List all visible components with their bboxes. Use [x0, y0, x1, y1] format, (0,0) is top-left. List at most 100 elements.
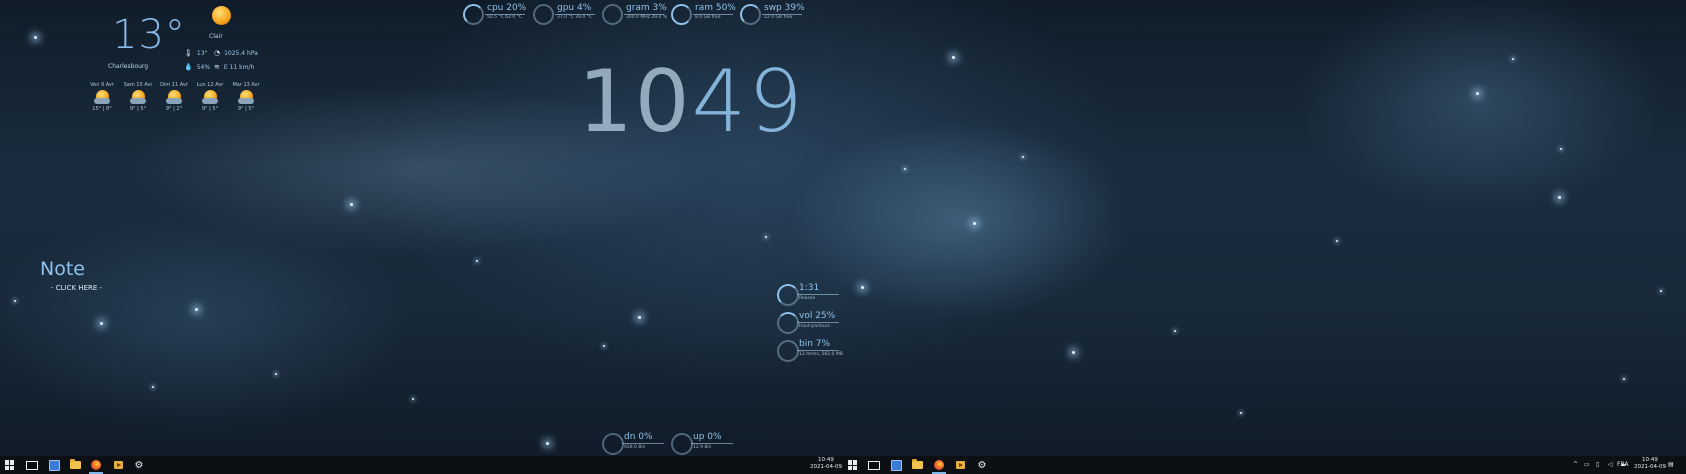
weather-condition: Clair — [209, 33, 223, 40]
pressure-value: 1025.4 hPa — [224, 50, 258, 57]
computer-button[interactable] — [44, 456, 64, 474]
taskbar-clock-left[interactable]: 10:49 2021-04-09 — [810, 457, 842, 471]
wind-icon: ≋ — [214, 63, 220, 71]
volume-ring — [777, 312, 799, 334]
file-explorer-icon — [911, 459, 923, 469]
weather-city: Charlesbourg — [108, 63, 149, 70]
task-view-button-2[interactable] — [864, 456, 884, 474]
gpu-ring — [533, 4, 554, 25]
forecast-day-label: Sam 10 Avr — [123, 82, 153, 88]
swap-divider — [762, 14, 802, 15]
recycle-bin-ring — [777, 340, 799, 362]
upload-label: up 0% — [693, 432, 722, 442]
cpu-detail: 50.5 °C 62.0 °C — [487, 15, 523, 20]
file-explorer-button[interactable] — [65, 456, 85, 474]
swap-label: swp 39% — [764, 3, 805, 13]
forecast-day-label: Dim 11 Avr — [160, 82, 188, 88]
taskbar-time: 10:49 — [818, 457, 834, 463]
firefox-button-2[interactable] — [929, 456, 949, 474]
swap-detail: 22.0 GB free — [764, 15, 793, 20]
notifications-icon[interactable]: ▤ — [1668, 461, 1674, 468]
taskbar: ⚙ 10:49 2021-04-09 ⚙ ^ ▭ ▯ ◁ ☁ FRA 10:49… — [0, 456, 1686, 474]
file-explorer-button-2[interactable] — [907, 456, 927, 474]
windows-logo-icon — [5, 460, 15, 470]
forecast-temps: 15° | 8° — [92, 106, 112, 112]
player-ring — [777, 284, 799, 306]
humidity-value: 54% — [196, 64, 211, 71]
task-view-icon — [26, 460, 38, 470]
gpu-label: gpu 4% — [557, 3, 592, 13]
cloud-icon — [166, 98, 182, 104]
upload-divider — [691, 443, 733, 444]
taskbar-clock-right[interactable]: 10:49 2021-04-09 — [1634, 457, 1666, 471]
tray-overflow-chevron-icon[interactable]: ^ — [1573, 461, 1578, 468]
wind-row: ≋ E 11 km/h — [214, 63, 254, 71]
forecast-temps: 9° | 5° — [201, 106, 219, 112]
gram-detail: 300.0 MHz 29.0 % — [626, 15, 668, 20]
start-button-2[interactable] — [843, 456, 863, 474]
clock-hours: 10 — [578, 52, 692, 152]
cloud-icon — [202, 98, 218, 104]
media-player-button[interactable] — [108, 456, 128, 474]
windows-logo-icon — [848, 460, 858, 470]
computer-button-2[interactable] — [886, 456, 906, 474]
desktop-clock: 1049 — [578, 52, 805, 152]
firefox-button[interactable] — [86, 456, 106, 474]
gram-ring — [602, 4, 623, 25]
start-button[interactable] — [0, 456, 20, 474]
speaker-icon[interactable]: ◁ — [1608, 461, 1613, 468]
upload-detail: 12.9 B/s — [693, 445, 712, 450]
recycle-bin-label: bin 7% — [799, 339, 831, 349]
task-view-icon — [868, 460, 880, 470]
computer-icon — [890, 459, 902, 471]
forecast-day-label: Lun 12 Avr — [196, 82, 224, 88]
cloud-icon — [238, 98, 254, 104]
gpu-divider — [555, 14, 595, 15]
note-title: Note — [40, 258, 85, 280]
taskbar-date: 2021-04-09 — [1634, 464, 1666, 470]
feels-like-row: 🌡 13° — [184, 49, 208, 57]
battery-icon[interactable]: ▯ — [1596, 461, 1599, 468]
cpu-divider — [485, 14, 525, 15]
cpu-ring — [463, 4, 484, 25]
forecast-day-label: Mar 13 Avr — [232, 82, 260, 88]
player-divider — [797, 294, 839, 295]
swap-ring — [740, 4, 761, 25]
gauge-icon: ◔ — [214, 49, 221, 57]
forecast-day: Ven 9 Avr 15° | 8° — [85, 82, 119, 112]
settings-button-2[interactable]: ⚙ — [972, 456, 992, 474]
clock-minutes: 49 — [691, 52, 805, 152]
settings-button[interactable]: ⚙ — [129, 456, 149, 474]
file-explorer-icon — [69, 459, 81, 469]
gear-icon: ⚙ — [977, 459, 987, 471]
media-player-icon — [955, 461, 965, 469]
language-indicator[interactable]: FRA — [1617, 461, 1628, 468]
gear-icon: ⚙ — [134, 459, 144, 471]
player-detail: Reason — [799, 296, 816, 301]
media-player-button-2[interactable] — [950, 456, 970, 474]
recycle-bin-detail: 12 items, 582.0 MB — [799, 352, 843, 357]
gpu-detail: 37.0 °C 39.0 °C — [557, 15, 593, 20]
taskbar-date: 2021-04-09 — [810, 464, 842, 470]
ram-divider — [693, 14, 733, 15]
download-label: dn 0% — [624, 432, 653, 442]
download-ring — [602, 433, 624, 455]
sunny-icon — [212, 6, 231, 25]
task-view-button[interactable] — [22, 456, 42, 474]
pressure-row: ◔ 1025.4 hPa — [214, 49, 258, 57]
forecast-day: Dim 11 Avr 9° | 2° — [157, 82, 191, 112]
note-click-here[interactable]: - CLICK HERE - — [51, 284, 102, 292]
network-icon[interactable]: ▭ — [1584, 461, 1590, 468]
forecast-day: Lun 12 Avr 9° | 5° — [193, 82, 227, 112]
upload-ring — [671, 433, 693, 455]
firefox-icon — [91, 460, 101, 470]
thermometer-icon: 🌡 — [184, 49, 193, 57]
forecast-day: Sam 10 Avr 9° | 5° — [121, 82, 155, 112]
volume-label: vol 25% — [799, 311, 836, 321]
ram-detail: 8.0 GB free — [695, 15, 721, 20]
humidity-row: 💧 54% — [184, 63, 210, 71]
computer-icon — [48, 459, 60, 471]
forecast-temps: 9° | 5° — [129, 106, 147, 112]
volume-divider — [797, 322, 839, 323]
firefox-icon — [934, 460, 944, 470]
